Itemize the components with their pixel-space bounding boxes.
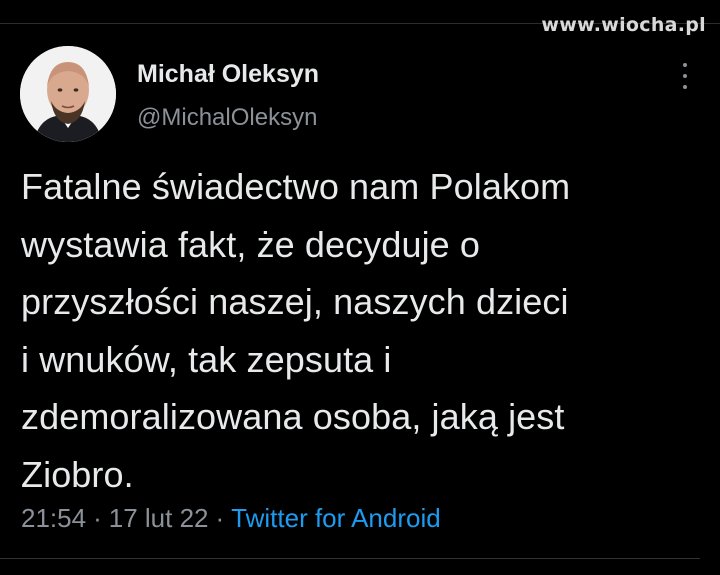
meta-separator: · bbox=[215, 503, 225, 533]
tweet-source-link[interactable]: Twitter for Android bbox=[231, 503, 441, 533]
more-vertical-icon[interactable] bbox=[674, 63, 696, 89]
watermark: www.wiocha.pl bbox=[541, 14, 706, 36]
avatar[interactable] bbox=[20, 46, 116, 142]
tweet-time[interactable]: 21:54 bbox=[21, 503, 86, 533]
tweet-meta: 21:54 · 17 lut 22 · Twitter for Android bbox=[21, 503, 441, 534]
meta-separator: · bbox=[93, 503, 102, 533]
more-dot bbox=[683, 63, 687, 67]
tweet-text: Fatalne świadectwo nam Polakom wystawia … bbox=[21, 166, 571, 495]
tweet-date[interactable]: 17 lut 22 bbox=[109, 503, 209, 533]
more-dot bbox=[683, 74, 687, 78]
more-dot bbox=[683, 85, 687, 89]
bottom-divider bbox=[0, 558, 700, 559]
author-handle[interactable]: @MichalOleksyn bbox=[137, 104, 317, 132]
avatar-photo bbox=[20, 46, 116, 142]
author-name[interactable]: Michał Oleksyn bbox=[137, 60, 319, 89]
